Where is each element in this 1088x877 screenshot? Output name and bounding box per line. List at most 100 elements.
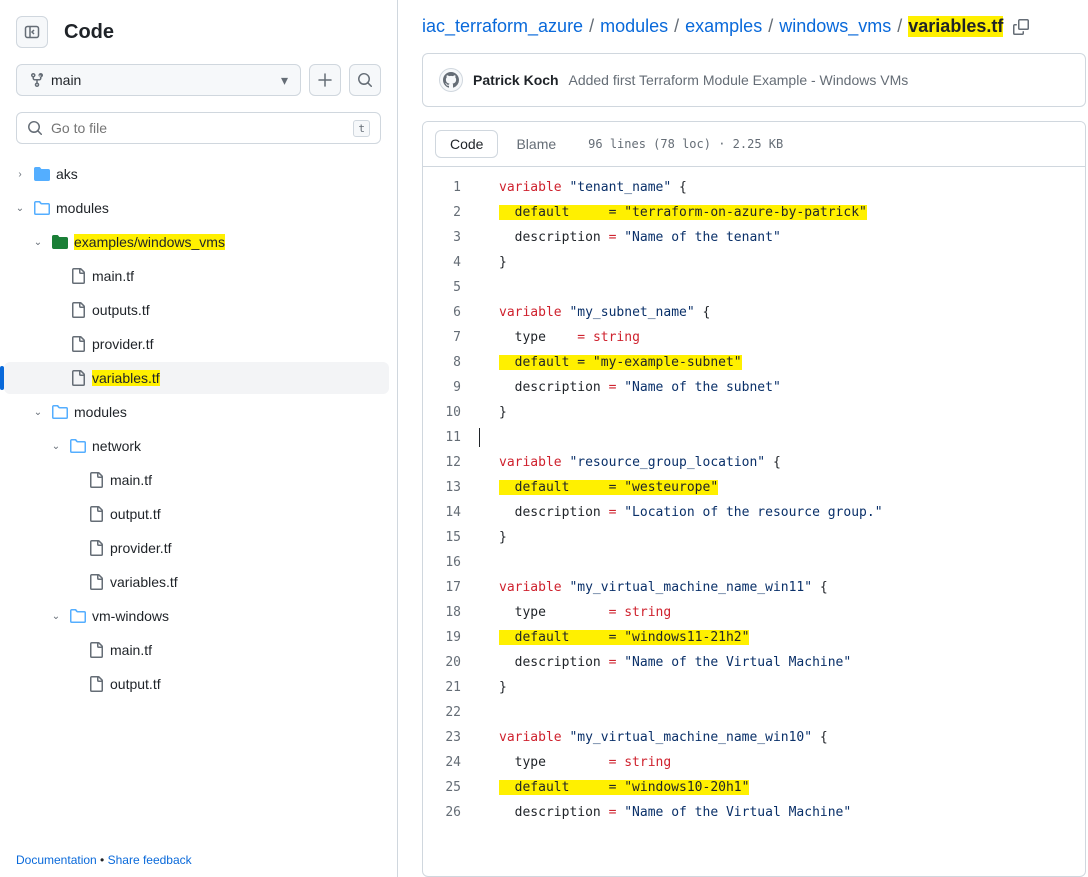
tree-label: output.tf (110, 506, 161, 522)
code-line[interactable]: default = "terraform-on-azure-by-patrick… (479, 200, 1085, 225)
code-line[interactable] (479, 550, 1085, 575)
line-number[interactable]: 2 (423, 200, 461, 225)
line-number[interactable]: 25 (423, 775, 461, 800)
code-line[interactable]: } (479, 250, 1085, 275)
chevron-icon: ⌄ (48, 611, 64, 622)
code-line[interactable]: variable "my_subnet_name" { (479, 300, 1085, 325)
tab-blame[interactable]: Blame (502, 131, 570, 157)
breadcrumb-link[interactable]: windows_vms (779, 16, 891, 37)
avatar (439, 68, 463, 92)
line-number[interactable]: 7 (423, 325, 461, 350)
add-button[interactable] (309, 64, 341, 96)
line-number[interactable]: 13 (423, 475, 461, 500)
breadcrumb-link[interactable]: iac_terraform_azure (422, 16, 583, 37)
gotofile-field[interactable] (51, 120, 345, 136)
line-number[interactable]: 20 (423, 650, 461, 675)
documentation-link[interactable]: Documentation (16, 853, 97, 867)
line-number[interactable]: 24 (423, 750, 461, 775)
code-line[interactable] (479, 275, 1085, 300)
code-line[interactable]: default = "windows10-20h1" (479, 775, 1085, 800)
code-line[interactable]: description = "Name of the subnet" (479, 375, 1085, 400)
line-number[interactable]: 3 (423, 225, 461, 250)
code-line[interactable]: description = "Name of the Virtual Machi… (479, 800, 1085, 825)
code-line[interactable]: variable "resource_group_location" { (479, 450, 1085, 475)
tree-folder[interactable]: ⌄examples/windows_vms (4, 226, 389, 258)
commit-message[interactable]: Added first Terraform Module Example - W… (568, 72, 908, 88)
line-number[interactable]: 8 (423, 350, 461, 375)
tree-folder[interactable]: ⌄vm-windows (4, 600, 389, 632)
tree-file[interactable]: main.tf (4, 464, 389, 496)
line-number[interactable]: 16 (423, 550, 461, 575)
line-number[interactable]: 18 (423, 600, 461, 625)
file-icon (70, 336, 86, 352)
line-number[interactable]: 21 (423, 675, 461, 700)
code-body[interactable]: 1234567891011121314151617181920212223242… (423, 167, 1085, 876)
code-line[interactable]: type = string (479, 750, 1085, 775)
line-number[interactable]: 4 (423, 250, 461, 275)
code-line[interactable]: variable "my_virtual_machine_name_win11"… (479, 575, 1085, 600)
tree-label: variables.tf (92, 370, 160, 386)
code-line[interactable]: type = string (479, 600, 1085, 625)
line-number[interactable]: 10 (423, 400, 461, 425)
tree-label: main.tf (110, 472, 152, 488)
file-icon (70, 370, 86, 386)
tree-file[interactable]: provider.tf (4, 328, 389, 360)
line-number[interactable]: 11 (423, 425, 461, 450)
copy-path-button[interactable] (1013, 19, 1029, 35)
code-line[interactable] (479, 425, 1085, 450)
tree-folder[interactable]: ⌄modules (4, 192, 389, 224)
code-line[interactable]: type = string (479, 325, 1085, 350)
tree-file[interactable]: output.tf (4, 498, 389, 530)
tree-folder[interactable]: ⌄modules (4, 396, 389, 428)
code-line[interactable]: default = "westeurope" (479, 475, 1085, 500)
tree-folder[interactable]: ⌄network (4, 430, 389, 462)
search-button[interactable] (349, 64, 381, 96)
code-line[interactable]: variable "tenant_name" { (479, 175, 1085, 200)
tree-file[interactable]: main.tf (4, 260, 389, 292)
gotofile-input[interactable]: t (16, 112, 381, 144)
branch-dropdown[interactable]: main ▾ (16, 64, 301, 96)
breadcrumb-link[interactable]: modules (600, 16, 668, 37)
line-number[interactable]: 14 (423, 500, 461, 525)
line-number[interactable]: 26 (423, 800, 461, 825)
code-line[interactable]: default = "my-example-subnet" (479, 350, 1085, 375)
line-number[interactable]: 9 (423, 375, 461, 400)
line-number[interactable]: 19 (423, 625, 461, 650)
feedback-link[interactable]: Share feedback (108, 853, 192, 867)
code-line[interactable]: default = "windows11-21h2" (479, 625, 1085, 650)
code-line[interactable]: description = "Name of the tenant" (479, 225, 1085, 250)
line-number[interactable]: 5 (423, 275, 461, 300)
code-line[interactable]: } (479, 525, 1085, 550)
tab-code[interactable]: Code (435, 130, 498, 158)
breadcrumb-link[interactable]: examples (685, 16, 762, 37)
code-line[interactable]: } (479, 400, 1085, 425)
tree-file[interactable]: main.tf (4, 634, 389, 666)
line-number[interactable]: 17 (423, 575, 461, 600)
breadcrumb-current: variables.tf (908, 16, 1003, 37)
tree-file[interactable]: outputs.tf (4, 294, 389, 326)
line-number[interactable]: 6 (423, 300, 461, 325)
line-number[interactable]: 1 (423, 175, 461, 200)
folder-icon (70, 438, 86, 454)
sidebar-title: Code (64, 21, 114, 44)
file-tree[interactable]: ›aks⌄modules⌄examples/windows_vmsmain.tf… (0, 152, 397, 843)
tree-file[interactable]: variables.tf (4, 362, 389, 394)
tree-file[interactable]: provider.tf (4, 532, 389, 564)
code-line[interactable]: variable "my_virtual_machine_name_win10"… (479, 725, 1085, 750)
code-line[interactable] (479, 700, 1085, 725)
tree-file[interactable]: variables.tf (4, 566, 389, 598)
chevron-icon: ⌄ (30, 407, 46, 418)
chevron-icon: ⌄ (30, 237, 46, 248)
line-number[interactable]: 23 (423, 725, 461, 750)
tree-file[interactable]: output.tf (4, 668, 389, 700)
file-icon (70, 302, 86, 318)
line-number[interactable]: 15 (423, 525, 461, 550)
collapse-sidebar-button[interactable] (16, 16, 48, 48)
code-line[interactable]: } (479, 675, 1085, 700)
tree-folder[interactable]: ›aks (4, 158, 389, 190)
line-number[interactable]: 12 (423, 450, 461, 475)
code-line[interactable]: description = "Name of the Virtual Machi… (479, 650, 1085, 675)
commit-author[interactable]: Patrick Koch (473, 72, 559, 88)
code-line[interactable]: description = "Location of the resource … (479, 500, 1085, 525)
line-number[interactable]: 22 (423, 700, 461, 725)
